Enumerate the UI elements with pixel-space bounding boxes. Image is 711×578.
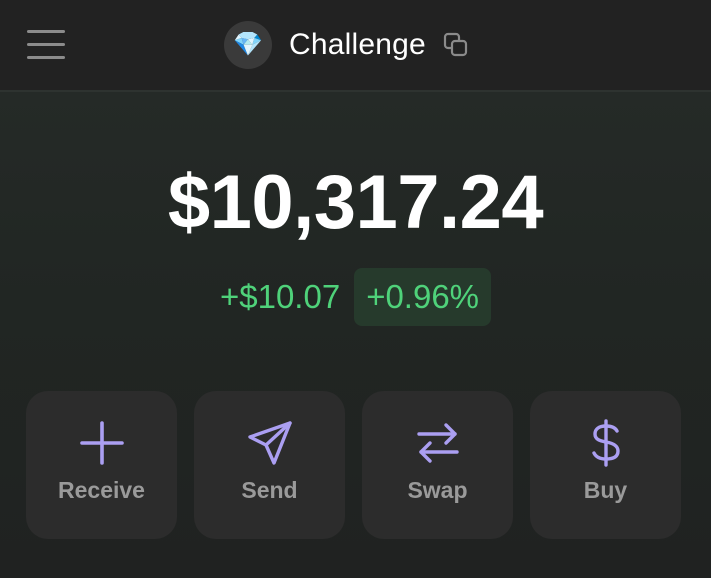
top-bar: 💎 Challenge <box>0 0 711 92</box>
hamburger-menu-icon[interactable] <box>27 28 65 62</box>
dollar-icon <box>591 419 620 467</box>
buy-button[interactable]: Buy <box>530 391 681 539</box>
wallet-home: 💎 Challenge $10,317.24 +$10.07 +0.96% Re… <box>0 0 711 578</box>
plus-icon <box>79 421 124 465</box>
swap-button[interactable]: Swap <box>362 391 513 539</box>
change-percent-badge: +0.96% <box>354 268 492 326</box>
total-balance: $10,317.24 <box>167 160 544 245</box>
swap-icon <box>416 423 459 463</box>
swap-label: Swap <box>407 477 468 503</box>
diamond-icon: 💎 <box>233 31 263 58</box>
send-button[interactable]: Send <box>194 391 345 539</box>
copy-address-button[interactable] <box>442 31 470 59</box>
buy-label: Buy <box>583 477 628 503</box>
send-icon <box>247 421 292 465</box>
account-switcher[interactable]: 💎 Challenge <box>224 20 470 70</box>
receive-label: Receive <box>58 477 145 503</box>
account-avatar: 💎 <box>224 21 272 69</box>
receive-button[interactable]: Receive <box>26 391 177 539</box>
balance-change: +$10.07 +0.96% <box>0 268 711 326</box>
send-label: Send <box>241 477 298 503</box>
copy-icon <box>443 32 468 57</box>
account-name: Challenge <box>289 28 426 61</box>
action-buttons: Receive Send Swap Buy <box>26 391 684 539</box>
change-amount: +$10.07 <box>219 278 341 315</box>
